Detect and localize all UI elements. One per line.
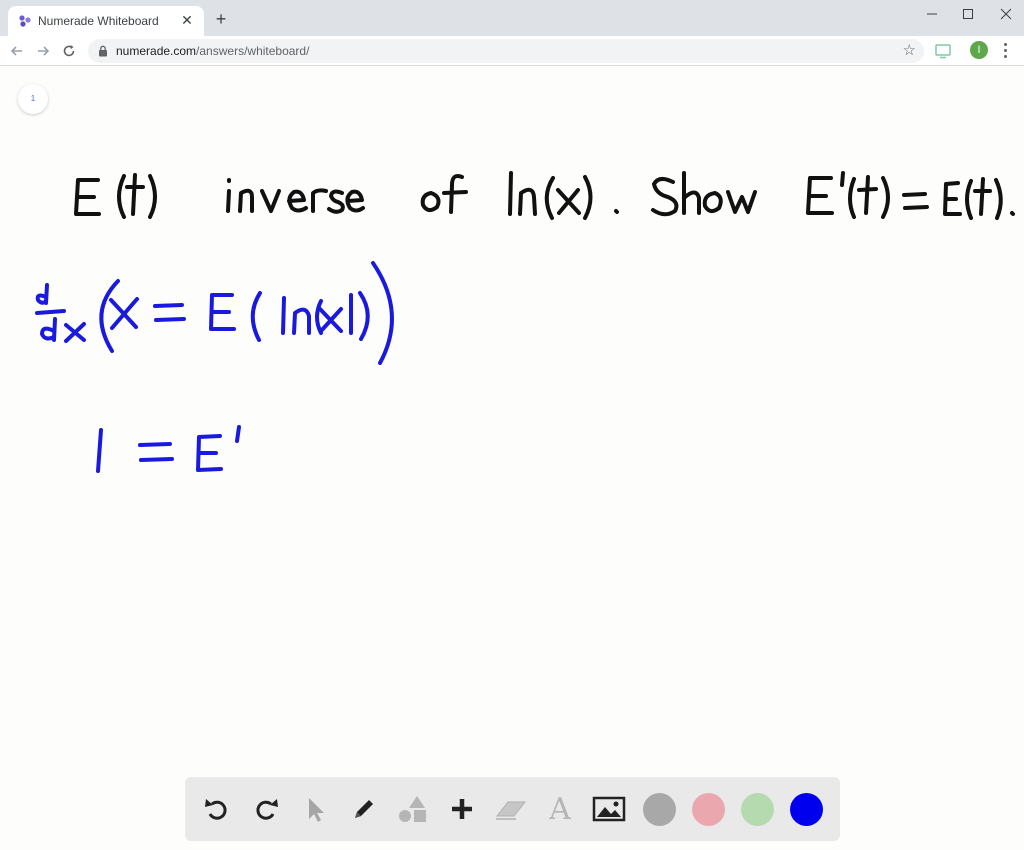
add-button[interactable] [444,791,480,827]
handwriting-line-1 [74,171,1015,220]
redo-icon [256,799,278,820]
color-swatch-blue[interactable] [790,793,823,826]
window-close-button[interactable] [984,0,1024,28]
numerade-favicon-icon [19,15,31,27]
url-path: /answers/whiteboard/ [196,44,310,58]
pen-tool[interactable] [346,791,382,827]
shapes-icon [399,796,426,822]
image-tool[interactable] [591,791,627,827]
color-swatch-gray[interactable] [643,793,676,826]
pen-icon [355,800,373,818]
lock-icon [99,45,107,57]
back-button[interactable] [6,40,28,62]
handwriting-line-3 [96,425,241,473]
browser-tab[interactable]: Numerade Whiteboard ✕ [8,6,204,36]
address-bar[interactable]: numerade.com/answers/whiteboard/ ☆ [88,39,924,63]
whiteboard-canvas[interactable]: 1 [0,67,1024,850]
select-icon [309,798,324,822]
browser-toolbar: numerade.com/answers/whiteboard/ ☆ [0,36,1024,66]
tab-strip: Numerade Whiteboard ✕ + [0,0,1024,36]
select-tool[interactable] [297,791,333,827]
cast-icon[interactable] [934,42,952,60]
text-icon[interactable]: A [542,791,578,827]
handwriting-layer [35,171,1015,473]
new-tab-button[interactable]: + [212,10,230,28]
eraser-icon [495,801,527,820]
url-host: numerade.com [116,44,197,58]
minimize-icon [927,13,937,15]
forward-button[interactable] [32,40,54,62]
color-swatch-pink[interactable] [692,793,725,826]
reload-icon [63,45,75,57]
back-arrow-icon [10,46,22,56]
tab-close-icon[interactable]: ✕ [178,11,196,29]
browser-menu-icon[interactable] [998,40,1012,60]
reload-button[interactable] [58,40,80,62]
maximize-icon [963,9,973,19]
eraser-tool[interactable] [493,791,529,827]
undo-button[interactable] [199,791,235,827]
redo-button[interactable] [248,791,284,827]
url-text: numerade.com/answers/whiteboard/ [116,44,309,58]
shapes-tool[interactable] [395,791,431,827]
profile-avatar[interactable]: I [970,41,988,59]
window-close-icon [1000,8,1012,20]
whiteboard-toolbar: A [185,777,840,841]
add-icon [452,799,472,819]
tab-title: Numerade Whiteboard [38,14,159,28]
color-swatch-light-green[interactable] [741,793,774,826]
forward-arrow-icon [38,46,50,56]
handwriting-line-2 [35,261,394,365]
undo-icon [205,799,227,820]
image-icon [592,796,626,822]
bookmark-star-icon[interactable]: ☆ [903,42,916,60]
